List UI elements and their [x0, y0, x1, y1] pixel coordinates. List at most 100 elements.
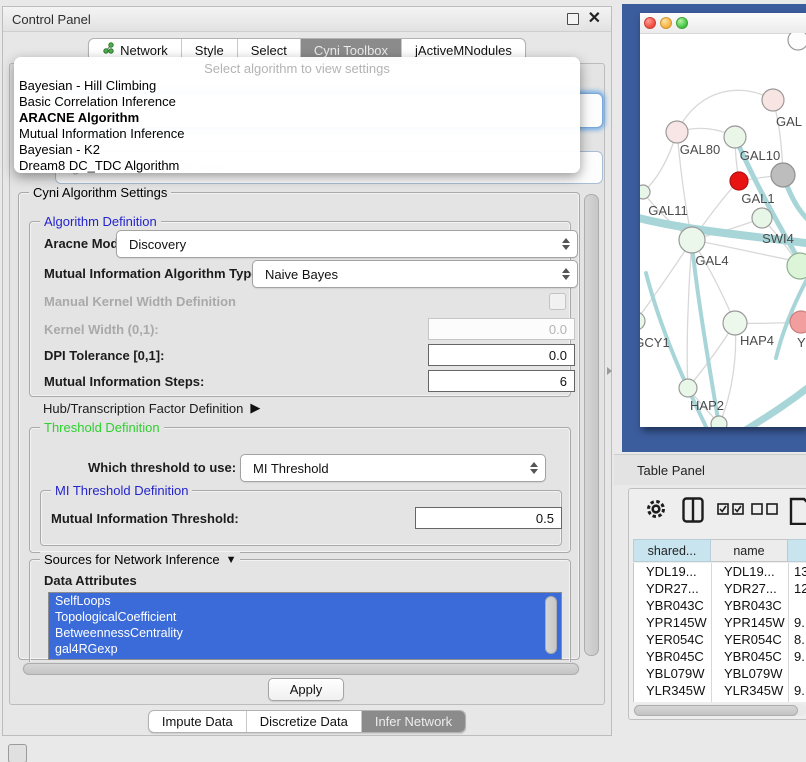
dropdown-item-mutual-information-inference[interactable]: Mutual Information Inference	[14, 126, 580, 142]
splitter-handle[interactable]	[607, 367, 612, 375]
dpi-tolerance-field[interactable]: 0.0	[428, 344, 575, 366]
table-cell: 12	[794, 580, 806, 597]
table-row[interactable]: YPR145WYPR145W9.	[634, 614, 806, 631]
mi-threshold-definition-label: MI Threshold Definition	[51, 483, 192, 498]
chevron-down-icon: ▼	[226, 554, 237, 566]
column-header-2[interactable]	[788, 539, 806, 562]
bottom-tab-infer-network[interactable]: Infer Network	[361, 711, 465, 732]
network-window-titlebar[interactable]	[640, 13, 806, 34]
minimized-panel-icon[interactable]	[8, 744, 27, 762]
network-node-gcy1[interactable]	[640, 312, 645, 330]
aracne-mode-combo[interactable]: Discovery	[116, 230, 578, 258]
table-row[interactable]: YDL19...YDL19...13	[634, 563, 806, 580]
network-node-label: GAL1	[741, 191, 774, 206]
column-header-name[interactable]: name	[711, 539, 788, 562]
mi-steps-field[interactable]: 6	[428, 370, 575, 392]
deselect-all-columns-icon[interactable]	[751, 503, 779, 516]
attribute-list-scrollbar[interactable]	[545, 596, 557, 654]
column-layout-icon[interactable]	[682, 497, 704, 523]
chevron-right-icon: ▶	[250, 400, 260, 416]
table-panel: shared...name YDL19...YDL19...13YDR27...…	[628, 488, 806, 720]
settings-horizontal-scrollbar[interactable]	[22, 662, 580, 675]
mi-algorithm-type-combo[interactable]: Naive Bayes	[252, 260, 578, 288]
table-panel-titlebar: Table Panel	[614, 454, 806, 485]
minimize-window-icon[interactable]	[660, 17, 672, 29]
network-node-hap2[interactable]	[679, 379, 697, 397]
table-cell: YIL052C	[646, 699, 710, 702]
network-node[interactable]	[788, 33, 806, 50]
combo-stepper-icon	[562, 238, 570, 250]
network-node-hap4[interactable]	[723, 311, 747, 335]
network-node-label: GAL80	[680, 142, 720, 157]
attribute-item-selfloops[interactable]: SelfLoops	[49, 593, 561, 609]
network-node-gal10[interactable]	[724, 126, 746, 148]
hub-definition-disclosure[interactable]: Hub/Transcription Factor Definition ▶	[43, 400, 260, 416]
mi-threshold-field[interactable]: 0.5	[415, 507, 562, 529]
network-edge	[687, 240, 692, 388]
dropdown-item-basic-correlation-inference[interactable]: Basic Correlation Inference	[14, 94, 580, 110]
network-node-y[interactable]	[790, 311, 806, 333]
table-toolbar	[629, 489, 806, 537]
network-canvas[interactable]: GALGAL80GAL10GAL1SWI4GAL11GAL4GCY1HAP4YH…	[640, 33, 806, 427]
dropdown-item-aracne-algorithm[interactable]: ARACNE Algorithm	[14, 110, 580, 126]
bottom-tab-impute-data[interactable]: Impute Data	[149, 711, 246, 732]
combo-stepper-icon	[562, 268, 570, 280]
close-window-icon[interactable]	[644, 17, 656, 29]
bottom-tabbar: Impute DataDiscretize DataInfer Network	[3, 707, 611, 735]
dropdown-placeholder: Select algorithm to view settings	[14, 57, 580, 78]
sources-disclosure[interactable]: Sources for Network Inference ▼	[40, 552, 240, 567]
attribute-item-topologicalcoefficient[interactable]: TopologicalCoefficient	[49, 609, 561, 625]
table-row[interactable]: YLR345WYLR345W9.	[634, 682, 806, 699]
select-all-columns-icon[interactable]	[717, 503, 745, 516]
table-row[interactable]: YER054CYER054C8.	[634, 631, 806, 648]
which-threshold-combo[interactable]: MI Threshold	[240, 454, 546, 482]
attribute-item-betweennesscentrality[interactable]: BetweennessCentrality	[49, 625, 561, 641]
gear-icon[interactable]	[645, 498, 667, 520]
table-cell: YPR145W	[724, 614, 788, 631]
table-cell: 0	[794, 699, 806, 702]
table-horizontal-scrollbar[interactable]	[633, 704, 806, 716]
close-panel-icon[interactable]: ✕	[588, 14, 601, 24]
table-row[interactable]: YBR043C YBR043C	[634, 597, 806, 614]
network-node-gal11[interactable]	[640, 185, 650, 199]
table-row[interactable]: YBR045CYBR045C9.	[634, 648, 806, 665]
network-node-gal80[interactable]	[666, 121, 688, 143]
zoom-window-icon[interactable]	[676, 17, 688, 29]
network-node[interactable]	[730, 172, 748, 190]
bottom-tab-discretize-data[interactable]: Discretize Data	[246, 711, 361, 732]
table-row[interactable]: YDR27...YDR27...12	[634, 580, 806, 597]
table-cell: YBR043C	[646, 597, 710, 614]
network-node-label: HAP2	[690, 398, 724, 413]
table-cell: YBR043C	[724, 597, 788, 614]
table-row[interactable]: YBL079WYBL079W	[634, 665, 806, 682]
mi-steps-label: Mutual Information Steps:	[44, 374, 204, 389]
settings-vertical-scrollbar[interactable]	[584, 194, 599, 656]
network-node-label: GAL11	[648, 203, 688, 218]
network-node-gal4[interactable]	[679, 227, 705, 253]
network-node[interactable]	[787, 253, 806, 279]
dropdown-item-dream8-dc-tdc-algorithm[interactable]: Dream8 DC_TDC Algorithm	[14, 158, 580, 174]
float-panel-icon[interactable]	[567, 13, 579, 25]
column-header-shared[interactable]: shared...	[633, 539, 711, 562]
data-attributes-label: Data Attributes	[44, 573, 137, 588]
cyni-algorithm-settings-label: Cyni Algorithm Settings	[29, 185, 171, 200]
table-cell: YBL079W	[724, 665, 788, 682]
network-view-frame: GALGAL80GAL10GAL1SWI4GAL11GAL4GCY1HAP4YH…	[622, 4, 806, 452]
apply-button[interactable]: Apply	[268, 678, 344, 701]
attribute-item-gal4rgexp[interactable]: gal4RGexp	[49, 641, 561, 657]
network-node-gal1[interactable]	[752, 208, 772, 228]
dropdown-item-bayesian-hill-climbing[interactable]: Bayesian - Hill Climbing	[14, 78, 580, 94]
network-node[interactable]	[771, 163, 795, 187]
table-row[interactable]: YIL052CYIL052C0	[634, 699, 806, 702]
network-node-gal[interactable]	[762, 89, 784, 111]
table-body: YDL19...YDL19...13YDR27...YDR27...12YBR0…	[633, 563, 806, 702]
network-icon	[102, 42, 115, 58]
export-table-icon[interactable]	[789, 495, 806, 525]
network-node-label: Y	[797, 335, 806, 350]
dropdown-item-bayesian-k2[interactable]: Bayesian - K2	[14, 142, 580, 158]
algorithm-definition-group: Algorithm Definition Aracne Mode: Discov…	[29, 221, 571, 397]
table-cell	[794, 597, 806, 614]
manual-kernel-checkbox[interactable]	[549, 293, 566, 310]
kernel-width-field[interactable]: 0.0	[428, 318, 575, 340]
network-node[interactable]	[711, 416, 727, 427]
